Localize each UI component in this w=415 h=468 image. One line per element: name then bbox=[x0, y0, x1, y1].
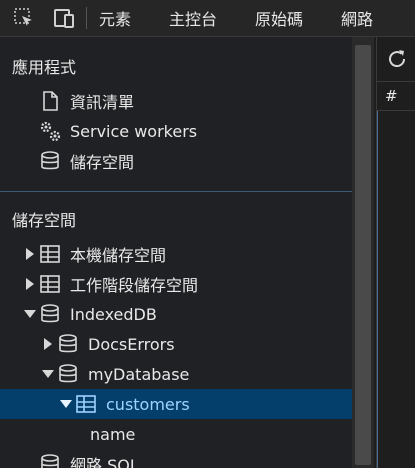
toolbar-separator bbox=[86, 7, 87, 29]
section-title-storage: 儲存空間 bbox=[12, 211, 77, 230]
tab-sources[interactable]: 原始碼 bbox=[255, 6, 303, 30]
sidebar-item-label: IndexedDB bbox=[70, 304, 157, 324]
chevron-right-icon[interactable] bbox=[42, 338, 54, 350]
document-icon bbox=[38, 89, 62, 113]
chevron-right-icon[interactable] bbox=[24, 248, 36, 260]
data-panel: # bbox=[376, 37, 415, 468]
refresh-icon[interactable] bbox=[385, 47, 409, 71]
sidebar-item-index-name[interactable]: name bbox=[0, 419, 352, 449]
table-icon bbox=[38, 242, 62, 266]
chevron-down-icon[interactable] bbox=[60, 398, 72, 410]
device-toolbar-icon[interactable] bbox=[50, 4, 78, 32]
column-header-index: # bbox=[377, 81, 415, 111]
database-icon bbox=[38, 149, 62, 173]
sidebar-item-label: myDatabase bbox=[88, 364, 190, 384]
tab-elements[interactable]: 元素 bbox=[99, 6, 131, 30]
section-title-application: 應用程式 bbox=[12, 58, 77, 77]
sidebar-item-customers[interactable]: customers bbox=[0, 389, 352, 419]
sidebar-item-label: customers bbox=[106, 394, 190, 414]
scrollbar-thumb[interactable] bbox=[355, 45, 371, 465]
sidebar-item-label: 資訊清單 bbox=[70, 93, 135, 112]
section-divider bbox=[0, 191, 352, 192]
sidebar-item-mydatabase[interactable]: myDatabase bbox=[0, 359, 352, 389]
database-icon bbox=[38, 302, 62, 326]
sidebar-item-label: 網路 SQL bbox=[70, 456, 139, 468]
sidebar-item-session-storage[interactable]: 工作階段儲存空間 bbox=[0, 269, 352, 299]
sidebar-scrollbar[interactable] bbox=[352, 37, 374, 468]
table-icon bbox=[74, 392, 98, 416]
chevron-right-icon[interactable] bbox=[24, 278, 36, 290]
inspect-element-icon[interactable] bbox=[10, 4, 38, 32]
sidebar-item-label: Service workers bbox=[70, 121, 198, 141]
sidebar-item-label: 本機儲存空間 bbox=[70, 246, 167, 265]
sidebar-item-label: 儲存空間 bbox=[70, 153, 135, 172]
sidebar-item-web-sql[interactable]: 網路 SQL bbox=[0, 449, 352, 468]
sidebar-item-docserrors[interactable]: DocsErrors bbox=[0, 329, 352, 359]
chevron-down-icon[interactable] bbox=[42, 368, 54, 380]
table-icon bbox=[38, 272, 62, 296]
application-sidebar: 應用程式 資訊清單 Service workers 儲存空間 儲存空間 本機儲存… bbox=[0, 37, 352, 468]
sidebar-item-service-workers[interactable]: Service workers bbox=[0, 116, 352, 146]
column-divider bbox=[377, 111, 378, 468]
sidebar-item-local-storage[interactable]: 本機儲存空間 bbox=[0, 239, 352, 269]
sidebar-item-label: 工作階段儲存空間 bbox=[70, 276, 199, 295]
database-icon bbox=[56, 362, 80, 386]
gears-icon bbox=[38, 119, 62, 143]
database-icon bbox=[38, 452, 62, 468]
tab-console[interactable]: 主控台 bbox=[169, 6, 217, 30]
devtools-toolbar: 元素 主控台 原始碼 網路 bbox=[0, 0, 415, 37]
tab-network[interactable]: 網路 bbox=[341, 6, 373, 30]
sidebar-item-label: name bbox=[90, 424, 136, 444]
sidebar-item-manifest[interactable]: 資訊清單 bbox=[0, 86, 352, 116]
database-icon bbox=[56, 332, 80, 356]
sidebar-item-label: DocsErrors bbox=[88, 334, 175, 354]
chevron-down-icon[interactable] bbox=[24, 308, 36, 320]
sidebar-item-storage[interactable]: 儲存空間 bbox=[0, 146, 352, 176]
sidebar-item-indexeddb[interactable]: IndexedDB bbox=[0, 299, 352, 329]
